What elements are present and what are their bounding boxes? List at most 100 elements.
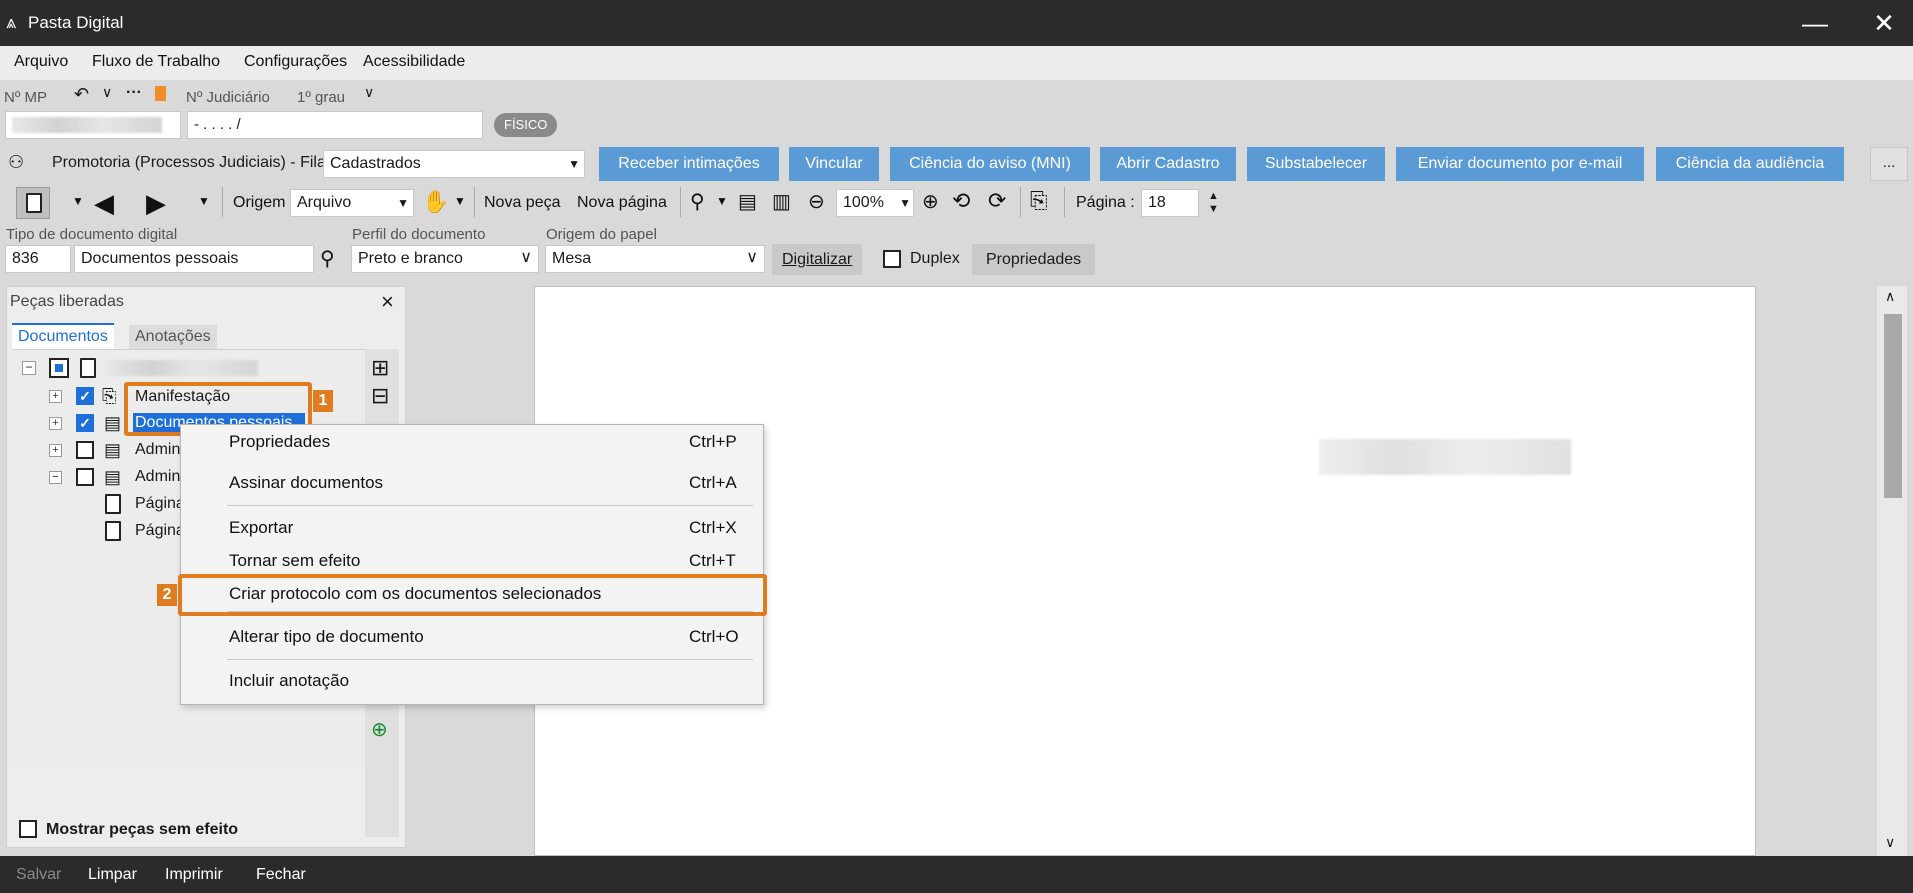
menu-item-propriedades[interactable]: Propriedades xyxy=(229,432,330,452)
tipo-name-field[interactable]: Documentos pessoais xyxy=(74,245,314,273)
rotate-left-icon[interactable]: ⟲ xyxy=(952,188,970,214)
pagina-input[interactable]: 18 xyxy=(1141,189,1199,217)
toolbar-separator xyxy=(222,187,223,217)
add-document-icon[interactable]: ⊕ xyxy=(371,717,388,742)
fechar-button[interactable]: Fechar xyxy=(256,866,306,884)
document-icon xyxy=(80,358,96,378)
tree-checkbox-documentos[interactable]: ✓ xyxy=(76,414,94,432)
menu-item-assinar[interactable]: Assinar documentos xyxy=(229,473,383,493)
expand-tree-icon[interactable]: ⊞ xyxy=(371,355,389,381)
origem-papel-select[interactable]: Mesa ∨ xyxy=(545,245,765,273)
menu-fluxo-de-trabalho[interactable]: Fluxo de Trabalho xyxy=(92,53,220,71)
panel-close-button[interactable]: × xyxy=(381,289,394,315)
search-icon[interactable]: ⚲ xyxy=(690,189,705,214)
tree-item-admin-2[interactable]: Admin xyxy=(135,468,180,486)
ciencia-aviso-button[interactable]: Ciência do aviso (MNI) xyxy=(890,147,1090,181)
expand-icon[interactable]: + xyxy=(49,417,62,430)
nova-pagina-button[interactable]: Nova página xyxy=(577,194,667,212)
propriedades-button[interactable]: Propriedades xyxy=(972,244,1096,275)
search-dropdown-icon[interactable]: ▼ xyxy=(716,194,728,208)
undo-icon[interactable]: ↶ xyxy=(74,84,89,105)
page-icon xyxy=(26,193,42,213)
tree-item-admin-1[interactable]: Admin xyxy=(135,441,180,459)
tree-checkbox-admin-2[interactable] xyxy=(76,468,94,486)
expand-icon[interactable]: + xyxy=(49,390,62,403)
tree-item-pagina-2[interactable]: Página xyxy=(135,522,185,540)
spinner-down-icon[interactable]: ▼ xyxy=(1208,203,1219,216)
ciencia-audiencia-button[interactable]: Ciência da audiência xyxy=(1656,147,1844,181)
scroll-thumb[interactable] xyxy=(1884,314,1902,498)
menu-acessibilidade[interactable]: Acessibilidade xyxy=(363,53,465,71)
more-actions-button[interactable]: ... xyxy=(1870,147,1908,181)
enviar-email-button[interactable]: Enviar documento por e-mail xyxy=(1396,147,1644,181)
vertical-scrollbar[interactable]: ∧ ∨ xyxy=(1877,286,1907,856)
select-page-icon[interactable]: ⎘ xyxy=(1030,188,1048,214)
grau-chevron-icon[interactable]: ∨ xyxy=(364,84,374,101)
substabelecer-button[interactable]: Substabelecer xyxy=(1247,147,1385,181)
chevron-down-icon[interactable]: ∨ xyxy=(102,84,112,101)
pan-hand-icon[interactable]: ✋ xyxy=(422,189,449,215)
menu-arquivo[interactable]: Arquivo xyxy=(14,53,68,71)
dropdown-arrow-icon[interactable]: ▼ xyxy=(72,194,84,208)
receber-intimacoes-button[interactable]: Receber intimações xyxy=(599,147,779,181)
abrir-cadastro-button[interactable]: Abrir Cadastro xyxy=(1100,147,1236,181)
expand-icon[interactable]: + xyxy=(49,444,62,457)
previous-page-icon[interactable]: ◀ xyxy=(94,188,114,219)
queue-select[interactable]: Cadastrados ▼ xyxy=(323,150,585,178)
mostrar-sem-efeito-checkbox[interactable] xyxy=(19,820,37,838)
menu-item-incluir-anotacao[interactable]: Incluir anotação xyxy=(229,671,349,691)
tree-checkbox-admin-1[interactable] xyxy=(76,441,94,459)
pagina-spinner[interactable]: ▲ ▼ xyxy=(1208,190,1219,216)
page-icon xyxy=(105,521,121,541)
shortcut-propriedades: Ctrl+P xyxy=(689,432,737,451)
vincular-button[interactable]: Vincular xyxy=(789,147,879,181)
collapse-icon[interactable]: − xyxy=(49,471,62,484)
scroll-down-icon[interactable]: ∨ xyxy=(1885,834,1895,851)
digitalizar-button[interactable]: Digitalizar xyxy=(772,244,863,275)
pan-dropdown-icon[interactable]: ▼ xyxy=(454,194,466,208)
tipo-search-icon[interactable]: ⚲ xyxy=(320,246,335,271)
perfil-select[interactable]: Preto e branco ∨ xyxy=(351,245,539,273)
menu-item-exportar[interactable]: Exportar xyxy=(229,518,293,538)
origem-label: Origem xyxy=(233,194,286,211)
page-mode-button[interactable] xyxy=(16,187,50,219)
zoom-value: 100% xyxy=(843,194,884,211)
documents-icon: ▤ xyxy=(104,440,122,460)
menu-item-tornar-sem-efeito[interactable]: Tornar sem efeito xyxy=(229,551,360,571)
menu-item-alterar-tipo[interactable]: Alterar tipo de documento xyxy=(229,627,424,647)
judiciario-number-field[interactable]: - . . . . / xyxy=(187,111,483,139)
collapse-tree-icon[interactable]: ⊟ xyxy=(371,383,389,409)
spinner-up-icon[interactable]: ▲ xyxy=(1208,190,1219,203)
nova-peca-button[interactable]: Nova peça xyxy=(484,194,561,212)
close-window-button[interactable]: ✕ xyxy=(1864,6,1904,40)
imprimir-button[interactable]: Imprimir xyxy=(165,866,223,884)
zoom-select[interactable]: 100% ▼ xyxy=(836,189,914,217)
scroll-up-icon[interactable]: ∧ xyxy=(1885,288,1895,305)
fit-width-icon[interactable]: ▤ xyxy=(738,189,757,214)
rotate-right-icon[interactable]: ⟳ xyxy=(988,188,1006,214)
tipo-code-field[interactable]: 836 xyxy=(5,245,71,273)
menu-separator xyxy=(227,505,753,506)
more-icon[interactable]: ··· xyxy=(126,84,142,102)
workflow-icon: ⚇ xyxy=(8,152,25,172)
zoom-in-icon[interactable]: ⊕ xyxy=(922,189,939,214)
tree-checkbox-manifestacao[interactable]: ✓ xyxy=(76,387,94,405)
next-dropdown-icon[interactable]: ▼ xyxy=(198,194,210,208)
zoom-dropdown-icon: ▼ xyxy=(899,196,911,210)
tab-documentos[interactable]: Documentos xyxy=(12,323,114,349)
salvar-button[interactable]: Salvar xyxy=(16,866,61,884)
fit-page-icon[interactable]: ▥ xyxy=(772,189,791,214)
mp-number-field[interactable] xyxy=(5,111,181,139)
tree-item-pagina-1[interactable]: Página xyxy=(135,495,185,513)
duplex-checkbox[interactable] xyxy=(883,250,901,268)
limpar-button[interactable]: Limpar xyxy=(88,866,137,884)
tab-anotacoes[interactable]: Anotações xyxy=(129,325,217,349)
menu-configuracoes[interactable]: Configurações xyxy=(244,53,347,71)
root-collapse-icon[interactable]: − xyxy=(22,361,36,375)
minimize-button[interactable]: — xyxy=(1795,6,1835,40)
judiciario-label: Nº Judiciário xyxy=(186,89,270,106)
root-checkbox[interactable] xyxy=(49,358,69,378)
next-page-icon[interactable]: ▶ xyxy=(146,188,166,219)
origem-select[interactable]: Arquivo ▼ xyxy=(290,189,414,217)
zoom-out-icon[interactable]: ⊖ xyxy=(808,189,825,214)
